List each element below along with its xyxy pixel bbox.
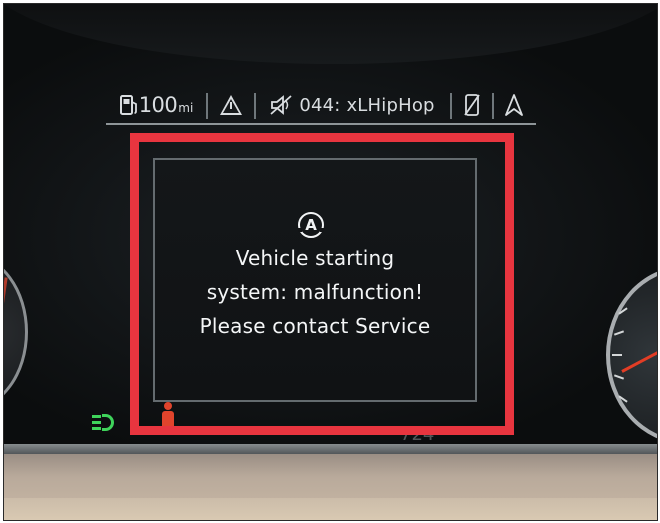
warning-triangle-icon bbox=[220, 95, 242, 115]
gauge-tick bbox=[618, 395, 628, 403]
gauge-tick bbox=[612, 354, 622, 356]
navigation-arrow-icon bbox=[505, 94, 523, 116]
gauge-tick bbox=[618, 307, 628, 315]
fuel-pump-icon bbox=[119, 95, 137, 115]
status-divider bbox=[254, 93, 256, 119]
headlight-dome bbox=[102, 414, 114, 431]
left-gauge bbox=[4, 254, 28, 410]
range-value: 100 bbox=[138, 93, 178, 117]
highlight-frame bbox=[130, 133, 514, 435]
warning-indicator bbox=[210, 89, 252, 121]
gauge-tick bbox=[613, 374, 625, 380]
media-track: 044: xLHipHop bbox=[299, 94, 435, 116]
phone-crossed-icon bbox=[464, 94, 480, 116]
headlight-green-icon bbox=[92, 413, 116, 433]
dashboard-trim bbox=[4, 454, 657, 520]
status-divider bbox=[492, 93, 494, 119]
range-readout: 100 mi bbox=[110, 89, 202, 121]
headlight-beam bbox=[92, 415, 101, 418]
dashboard-hood bbox=[4, 4, 657, 64]
instrument-cluster-photo: 100 mi 044: xLHipHop A Vehicle starting … bbox=[3, 3, 658, 521]
status-bar: 100 mi 044: xLHipHop bbox=[106, 89, 536, 125]
headlight-beam bbox=[92, 427, 101, 430]
right-gauge-needle bbox=[621, 344, 657, 373]
range-unit: mi bbox=[178, 101, 194, 115]
left-gauge-needle bbox=[4, 277, 8, 387]
status-divider bbox=[206, 93, 208, 119]
gauge-tick bbox=[613, 330, 625, 336]
muted-speaker-icon bbox=[270, 95, 292, 115]
status-divider bbox=[450, 93, 452, 119]
media-readout: 044: xLHipHop bbox=[260, 89, 444, 121]
navigation-indicator bbox=[496, 89, 532, 121]
phone-indicator bbox=[454, 89, 490, 121]
cluster-bezel bbox=[4, 444, 657, 454]
headlight-beam bbox=[92, 421, 101, 424]
right-gauge bbox=[606, 266, 657, 444]
